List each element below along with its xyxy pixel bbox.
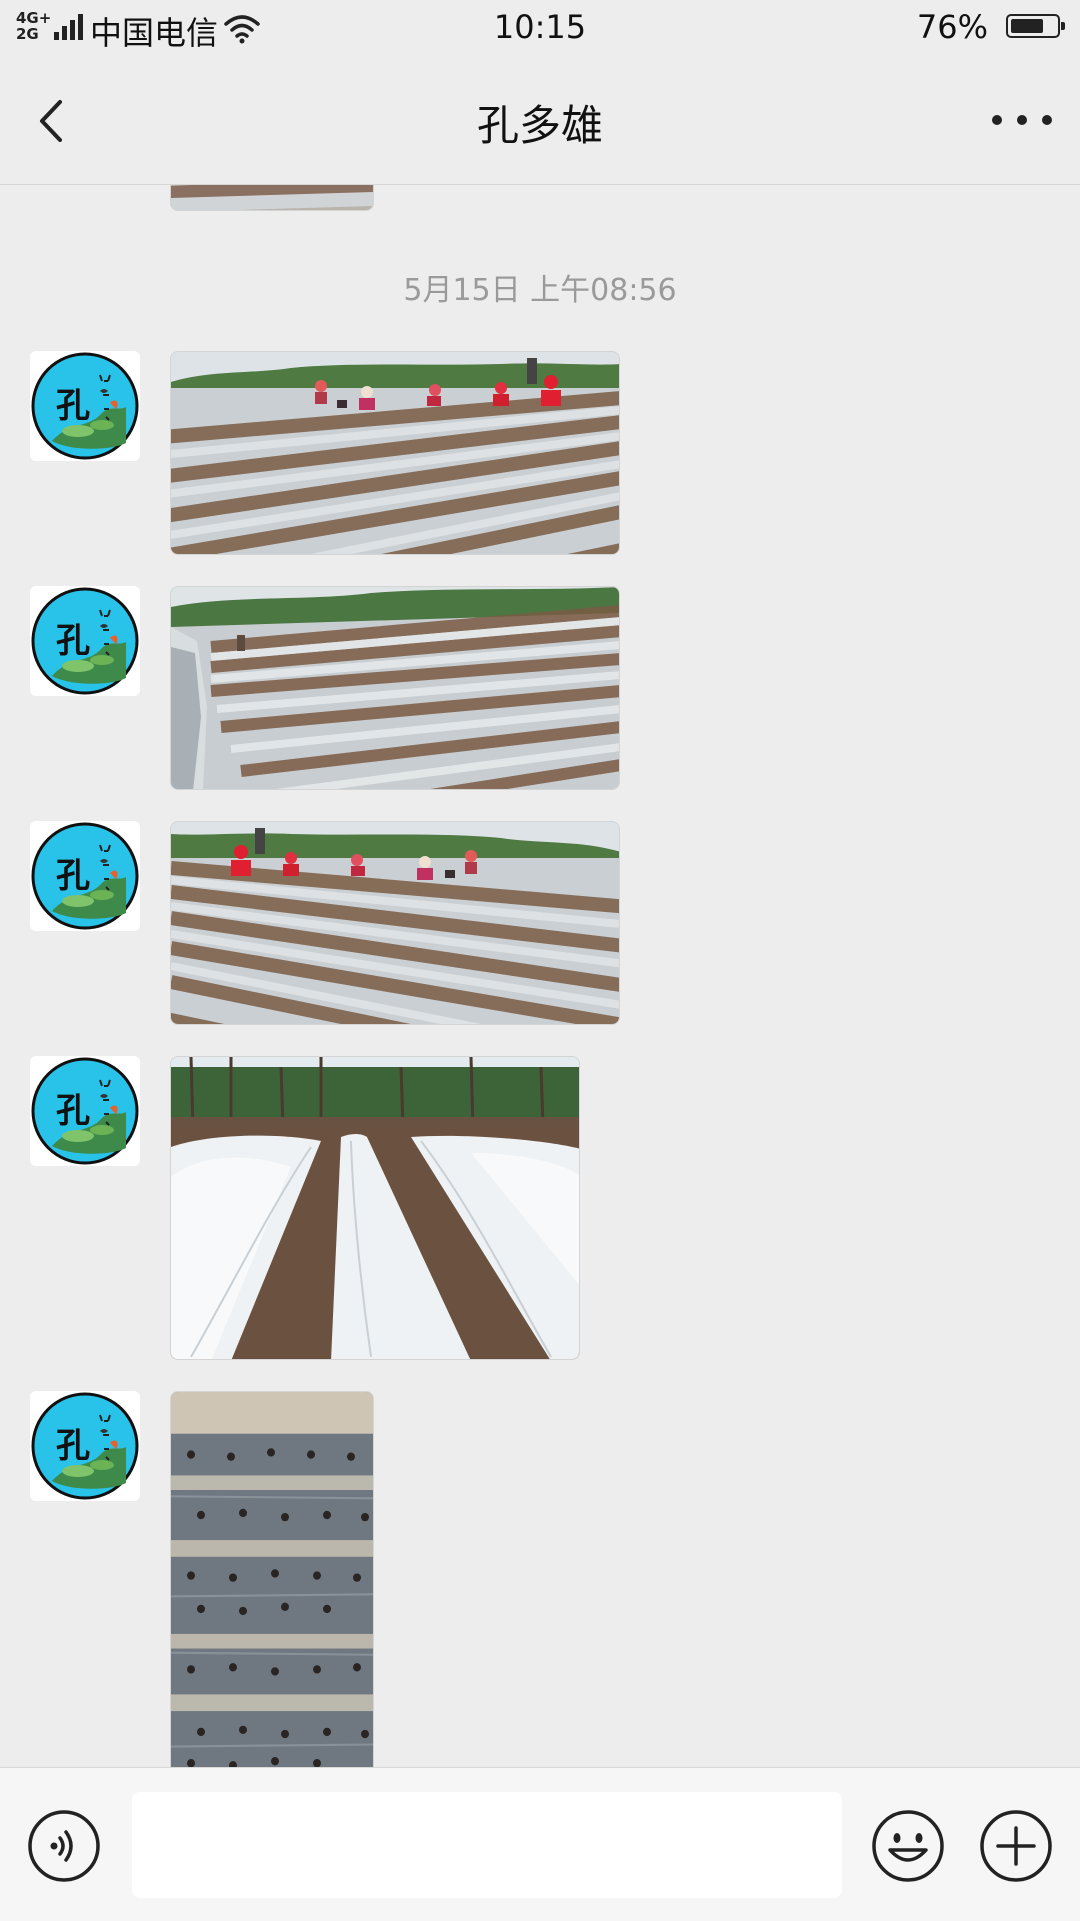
input-bar xyxy=(0,1767,1080,1921)
message-image[interactable] xyxy=(170,351,620,555)
avatar-text: 孔 xyxy=(56,1091,90,1131)
battery-percent: 76% xyxy=(916,8,988,46)
avatar[interactable]: 孔 xyxy=(30,1056,140,1166)
chat-header: 孔多雄 xyxy=(0,58,1080,185)
message-image[interactable] xyxy=(170,586,620,790)
message-timestamp: 5月15日 上午08:56 xyxy=(403,273,677,308)
more-options-button[interactable] xyxy=(992,100,1052,140)
emoji-icon[interactable] xyxy=(870,1808,946,1884)
message-image-partial[interactable] xyxy=(170,185,374,211)
message-input[interactable] xyxy=(132,1792,842,1898)
message-list[interactable]: 5月15日 上午08:56 孔 孔 孔 孔 孔 xyxy=(0,185,1080,1767)
battery-icon xyxy=(1006,14,1065,38)
more-dot-icon xyxy=(1017,115,1027,125)
message-image[interactable] xyxy=(170,1391,374,1767)
voice-icon[interactable] xyxy=(26,1808,102,1884)
battery-level xyxy=(1011,19,1043,33)
avatar-text: 孔 xyxy=(56,386,90,426)
more-dot-icon xyxy=(992,115,1002,125)
avatar-text: 孔 xyxy=(56,621,90,661)
plus-icon[interactable] xyxy=(978,1808,1054,1884)
status-bar: 4G+ 2G 中国电信 10:15 76% xyxy=(0,0,1080,58)
avatar-text: 孔 xyxy=(56,856,90,896)
avatar[interactable]: 孔 xyxy=(30,351,140,461)
message-image[interactable] xyxy=(170,1056,580,1360)
chat-title: 孔多雄 xyxy=(476,101,603,150)
more-dot-icon xyxy=(1042,115,1052,125)
avatar[interactable]: 孔 xyxy=(30,586,140,696)
avatar-text: 孔 xyxy=(56,1426,90,1466)
message-image[interactable] xyxy=(170,821,620,1025)
avatar[interactable]: 孔 xyxy=(30,821,140,931)
avatar[interactable]: 孔 xyxy=(30,1391,140,1501)
